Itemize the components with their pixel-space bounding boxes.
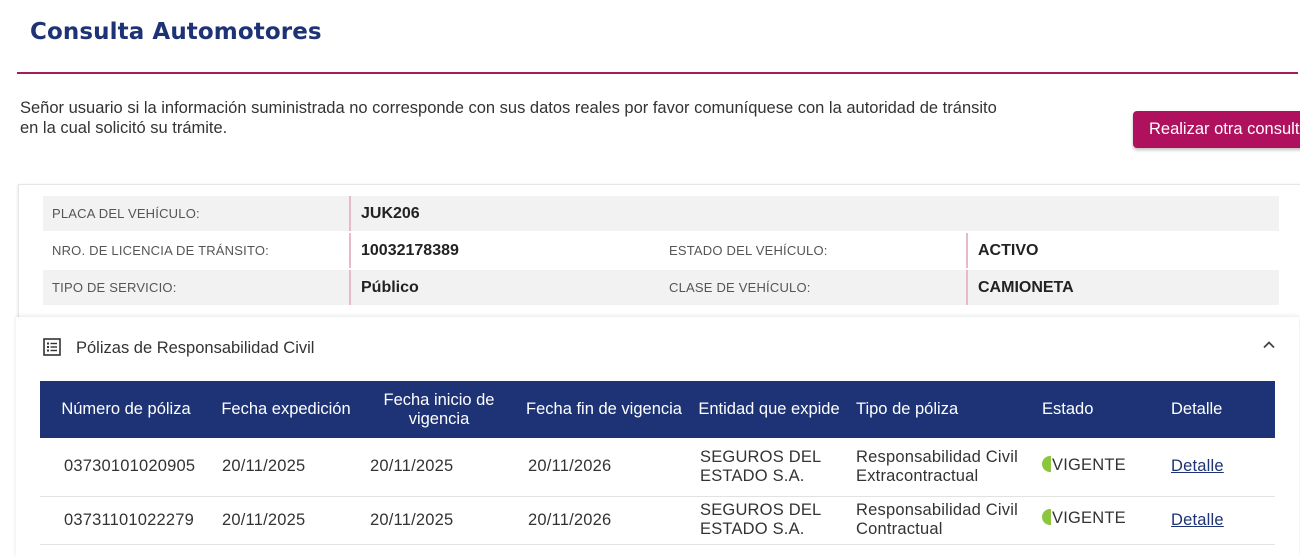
policies-panel: Pólizas de Responsabilidad Civil Número … [16, 317, 1299, 557]
license-value: 10032178389 [349, 233, 459, 268]
service-type-label: TIPO DE SERVICIO: [52, 280, 177, 295]
policy-start-date: 20/11/2025 [360, 438, 518, 497]
plate-label: PLACA DEL VEHÍCULO: [52, 206, 200, 221]
status-indicator-icon [1042, 509, 1051, 526]
policy-issued-date: 20/11/2025 [212, 438, 360, 497]
policy-type: Responsabilidad Civil Extracontractual [848, 438, 1030, 497]
status-indicator-icon [1042, 456, 1051, 472]
column-header: Estado [1030, 381, 1155, 438]
table-row: 03731101022279 20/11/2025 20/11/2025 20/… [40, 496, 1275, 545]
service-type-value: Público [349, 270, 419, 305]
vehicle-row-service: TIPO DE SERVICIO: Público CLASE DE VEHÍC… [43, 270, 1279, 305]
policy-end-date: 20/11/2026 [518, 438, 690, 497]
list-icon [43, 338, 61, 356]
chevron-up-icon[interactable] [1262, 338, 1276, 352]
column-header: Fecha fin de vigencia [518, 381, 690, 438]
new-query-button[interactable]: Realizar otra consulta [1133, 111, 1300, 148]
title-divider [17, 72, 1298, 74]
policy-issued-date: 20/11/2025 [212, 496, 360, 545]
vehicle-class-label: CLASE DE VEHÍCULO: [669, 280, 811, 295]
policies-table: Número de póliza Fecha expedición Fecha … [40, 381, 1275, 545]
notice-line-1: Señor usuario si la información suminist… [20, 99, 997, 117]
policy-number: 03731101022279 [40, 496, 212, 545]
vehicle-info-card: PLACA DEL VEHÍCULO: JUK206 NRO. DE LICEN… [18, 184, 1300, 324]
plate-value: JUK206 [349, 196, 420, 231]
policy-start-date: 20/11/2025 [360, 496, 518, 545]
vehicle-row-license: NRO. DE LICENCIA DE TRÁNSITO: 1003217838… [43, 233, 1279, 268]
license-label: NRO. DE LICENCIA DE TRÁNSITO: [52, 243, 269, 258]
vehicle-row-plate: PLACA DEL VEHÍCULO: JUK206 [43, 196, 1279, 231]
notice-line-2: en la cual solicitó su trámite. [20, 119, 228, 137]
policies-accordion-header[interactable]: Pólizas de Responsabilidad Civil [16, 317, 1299, 379]
policies-section-title: Pólizas de Responsabilidad Civil [76, 339, 315, 357]
policy-status: VIGENTE [1030, 438, 1155, 497]
column-header: Entidad que expide [690, 381, 848, 438]
detail-link[interactable]: Detalle [1171, 511, 1224, 529]
policy-detail-cell: Detalle [1155, 438, 1275, 497]
page-title: Consulta Automotores [30, 19, 322, 45]
column-header: Detalle [1155, 381, 1275, 438]
notice-text: Señor usuario si la información suminist… [20, 98, 1100, 138]
policy-entity: SEGUROS DEL ESTADO S.A. [690, 496, 848, 545]
column-header: Número de póliza [40, 381, 212, 438]
column-header: Fecha expedición [212, 381, 360, 438]
column-header: Tipo de póliza [848, 381, 1030, 438]
policy-status-text: VIGENTE [1052, 455, 1126, 474]
detail-link[interactable]: Detalle [1171, 457, 1224, 475]
policy-detail-cell: Detalle [1155, 496, 1275, 545]
policy-entity: SEGUROS DEL ESTADO S.A. [690, 438, 848, 497]
vehicle-status-label: ESTADO DEL VEHÍCULO: [669, 243, 828, 258]
policy-type: Responsabilidad Civil Contractual [848, 496, 1030, 545]
vehicle-class-value: CAMIONETA [966, 270, 1074, 305]
policy-end-date: 20/11/2026 [518, 496, 690, 545]
policy-status: VIGENTE [1030, 496, 1155, 545]
table-row: 03730101020905 20/11/2025 20/11/2025 20/… [40, 438, 1275, 497]
table-header-row: Número de póliza Fecha expedición Fecha … [40, 381, 1275, 438]
policy-number: 03730101020905 [40, 438, 212, 497]
vehicle-status-value: ACTIVO [966, 233, 1038, 268]
column-header: Fecha inicio de vigencia [360, 381, 518, 438]
policy-status-text: VIGENTE [1052, 508, 1126, 527]
